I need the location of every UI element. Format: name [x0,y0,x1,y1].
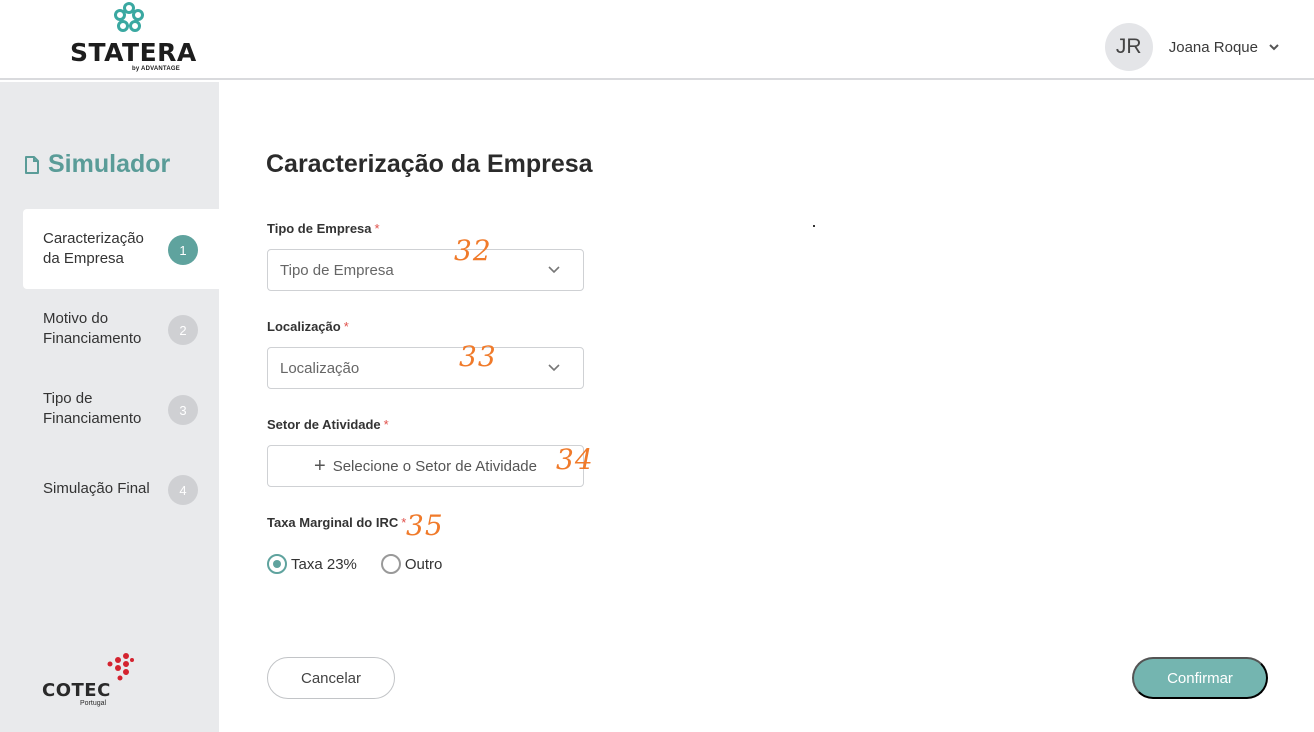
user-name[interactable]: Joana Roque [1169,39,1258,56]
tipo-empresa-label-text: Tipo de Empresa [267,221,372,236]
setor-label: Setor de Atividade * [267,417,389,432]
taxa-label-text: Taxa Marginal do IRC [267,515,399,530]
select-setor-button[interactable]: + Selecione o Setor de Atividade [267,445,584,487]
cotec-sub: Portugal [80,700,107,707]
tipo-empresa-placeholder: Tipo de Empresa [280,261,394,279]
cancel-button[interactable]: Cancelar [267,657,395,699]
document-icon [25,155,39,174]
chevron-down-icon [548,266,560,274]
stray-dot [813,225,815,227]
select-setor-label: Selecione o Setor de Atividade [332,457,537,475]
radio-label: Taxa 23% [291,555,357,573]
sidebar-title: Simulador [24,150,170,179]
sidebar-step-caracterizacao[interactable]: Caracterização da Empresa 1 [23,209,219,289]
step-label: Tipo de Financiamento [43,390,142,427]
localizacao-select[interactable]: Localização [267,347,584,389]
step-label: Caracterização da Empresa [43,230,144,267]
annotation-33: 33 [459,340,497,373]
radio-label: Outro [404,555,443,573]
localizacao-label: Localização * [267,319,349,334]
sidebar: Simulador Caracterização da Empresa 1 Mo… [0,82,219,732]
step-label: Simulação Final [43,480,150,497]
localizacao-label-text: Localização [267,319,341,334]
radio-taxa-23[interactable]: Taxa 23% [267,554,357,574]
annotation-32: 32 [454,234,492,267]
user-menu[interactable]: JR Joana Roque [1104,23,1280,71]
page-title: Caracterização da Empresa [266,150,593,178]
tipo-empresa-label: Tipo de Empresa * [267,221,380,236]
taxa-label: Taxa Marginal do IRC * [267,515,406,530]
annotation-34: 34 [556,443,594,476]
step-list: Caracterização da Empresa 1 Motivo do Fi… [23,209,219,529]
step-number: 3 [168,395,198,425]
sidebar-step-motivo[interactable]: Motivo do Financiamento 2 [23,289,219,369]
sidebar-title-label: Simulador [48,150,171,178]
cotec-wordmark: COTEC [42,680,111,701]
radio-selected-icon[interactable] [267,554,287,574]
step-number: 4 [168,475,198,505]
taxa-radio-group: Taxa 23% Outro [267,553,466,575]
step-number: 2 [168,315,198,345]
statera-logo-icon [114,2,144,32]
top-header: STATERA by ADVANTAGE JR Joana Roque [0,0,1314,80]
radio-unselected-icon[interactable] [380,554,401,574]
step-number: 1 [168,235,198,265]
required-marker: * [343,319,349,334]
step-label: Motivo do Financiamento [43,310,142,347]
required-marker: * [383,417,389,432]
chevron-down-icon [548,364,560,372]
annotation-35: 35 [406,509,444,542]
chevron-down-icon[interactable] [1268,41,1280,53]
sidebar-step-simulacao[interactable]: Simulação Final 4 [23,449,219,529]
statera-logo[interactable]: STATERA by ADVANTAGE [68,2,196,76]
statera-wordmark: STATERA [70,38,197,67]
radio-outro[interactable]: Outro [380,554,443,574]
plus-icon: + [314,455,326,477]
required-marker: * [374,221,380,236]
cotec-logo: COTEC Portugal [40,650,140,710]
statera-byline: by ADVANTAGE [132,66,180,72]
sidebar-step-tipo[interactable]: Tipo de Financiamento 3 [23,369,219,449]
avatar[interactable]: JR [1104,23,1153,71]
localizacao-placeholder: Localização [280,359,360,377]
setor-label-text: Setor de Atividade [267,417,381,432]
confirm-button[interactable]: Confirmar [1132,657,1268,699]
tipo-empresa-select[interactable]: Tipo de Empresa [267,249,584,291]
